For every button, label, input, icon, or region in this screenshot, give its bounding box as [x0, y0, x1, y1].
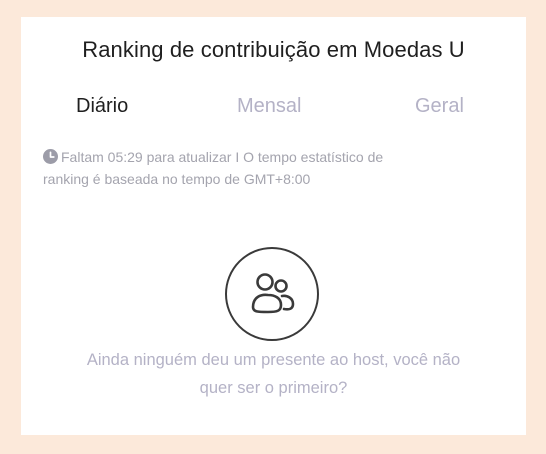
refresh-notice: Faltam 05:29 para atualizar I O tempo es… — [43, 146, 483, 190]
tab-monthly[interactable]: Mensal — [237, 95, 301, 118]
notice-line-2: ranking é baseada no tempo de GMT+8:00 — [43, 171, 311, 187]
empty-state-message: Ainda ninguém deu um presente ao host, v… — [41, 346, 506, 402]
empty-state-line-1: Ainda ninguém deu um presente ao host, v… — [86, 351, 461, 369]
page-title: Ranking de contribuição em Moedas U — [82, 37, 465, 62]
ranking-panel: Ranking de contribuição em Moedas U Diár… — [21, 17, 526, 435]
users-icon — [251, 273, 295, 314]
period-tabs: Diário Mensal Geral — [21, 95, 526, 121]
tab-overall[interactable]: Geral — [415, 95, 464, 118]
empty-state-icon-circle — [225, 247, 319, 341]
notice-line-1: Faltam 05:29 para atualizar I O tempo es… — [61, 149, 384, 165]
empty-state-line-2: quer ser o primeiro? — [199, 379, 348, 397]
clock-icon — [43, 148, 58, 164]
tab-daily[interactable]: Diário — [76, 95, 128, 118]
